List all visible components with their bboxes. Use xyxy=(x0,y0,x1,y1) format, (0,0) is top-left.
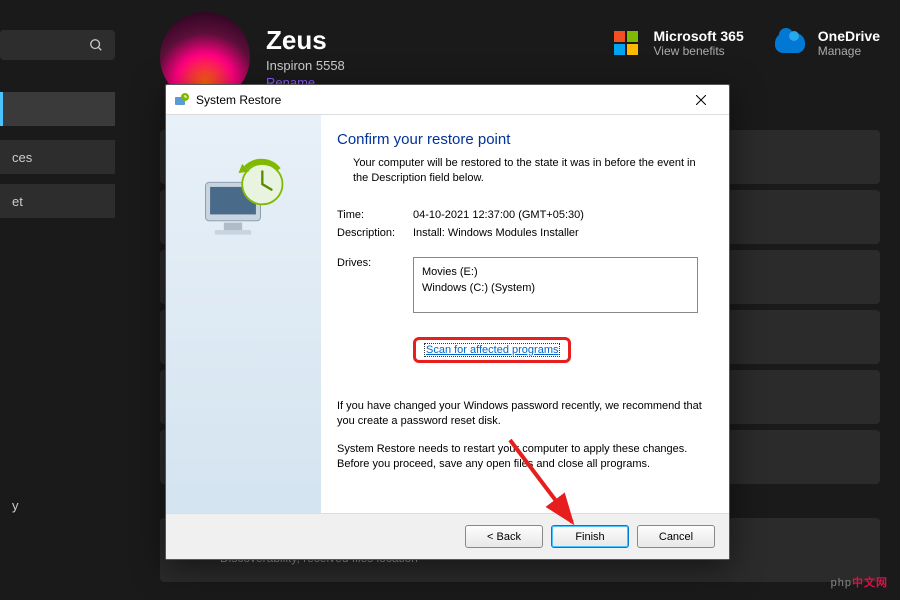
scan-affected-programs-link[interactable]: Scan for affected programs xyxy=(424,343,560,357)
nav-item[interactable]: et xyxy=(0,184,115,218)
back-button[interactable]: < Back xyxy=(465,525,543,548)
dialog-title: System Restore xyxy=(196,93,681,107)
dialog-heading: Confirm your restore point xyxy=(337,131,705,148)
promo-title: OneDrive xyxy=(818,28,880,44)
dialog-sidebar-image xyxy=(166,115,321,513)
annotation-highlight: Scan for affected programs xyxy=(413,337,571,363)
restore-app-icon xyxy=(174,92,190,108)
finish-button[interactable]: Finish xyxy=(551,525,629,548)
description-label: Description: xyxy=(337,227,413,239)
drive-item[interactable]: Movies (E:) xyxy=(422,264,689,281)
search-icon xyxy=(89,38,103,52)
drives-label: Drives: xyxy=(337,257,413,331)
cancel-button[interactable]: Cancel xyxy=(637,525,715,548)
drives-listbox[interactable]: Movies (E:) Windows (C:) (System) xyxy=(413,257,698,313)
search-box[interactable] xyxy=(0,30,115,60)
promo-sub: Manage xyxy=(818,44,880,58)
nav-label: et xyxy=(12,194,23,209)
nav-item[interactable] xyxy=(0,92,115,126)
onedrive-icon xyxy=(775,33,805,53)
microsoft-logo-icon xyxy=(614,31,638,55)
titlebar[interactable]: System Restore xyxy=(166,85,729,115)
dialog-intro: Your computer will be restored to the st… xyxy=(337,156,705,187)
user-model: Inspiron 5558 xyxy=(266,58,345,73)
nav-label: y xyxy=(12,498,19,513)
nav-item[interactable]: ces xyxy=(0,140,115,174)
close-button[interactable] xyxy=(681,86,721,114)
restart-warning: System Restore needs to restart your com… xyxy=(337,442,705,473)
system-restore-dialog: System Restore Confirm your restore poin… xyxy=(165,84,730,560)
system-restore-icon xyxy=(189,155,299,250)
password-warning: If you have changed your Windows passwor… xyxy=(337,399,705,430)
drive-item[interactable]: Windows (C:) (System) xyxy=(422,280,689,297)
promo-title: Microsoft 365 xyxy=(654,28,744,44)
dialog-button-row: < Back Finish Cancel xyxy=(166,513,729,559)
close-icon xyxy=(696,95,706,105)
description-value: Install: Windows Modules Installer xyxy=(413,227,579,239)
promo-ms365[interactable]: Microsoft 365 View benefits xyxy=(608,25,744,61)
nav-item[interactable]: y xyxy=(0,488,115,522)
promo-sub: View benefits xyxy=(654,44,744,58)
time-value: 04-10-2021 12:37:00 (GMT+05:30) xyxy=(413,209,584,221)
watermark: php中文网 xyxy=(831,574,888,590)
time-label: Time: xyxy=(337,209,413,221)
promo-onedrive[interactable]: OneDrive Manage xyxy=(772,25,880,61)
user-name: Zeus xyxy=(266,25,345,56)
nav-label: ces xyxy=(12,150,32,165)
